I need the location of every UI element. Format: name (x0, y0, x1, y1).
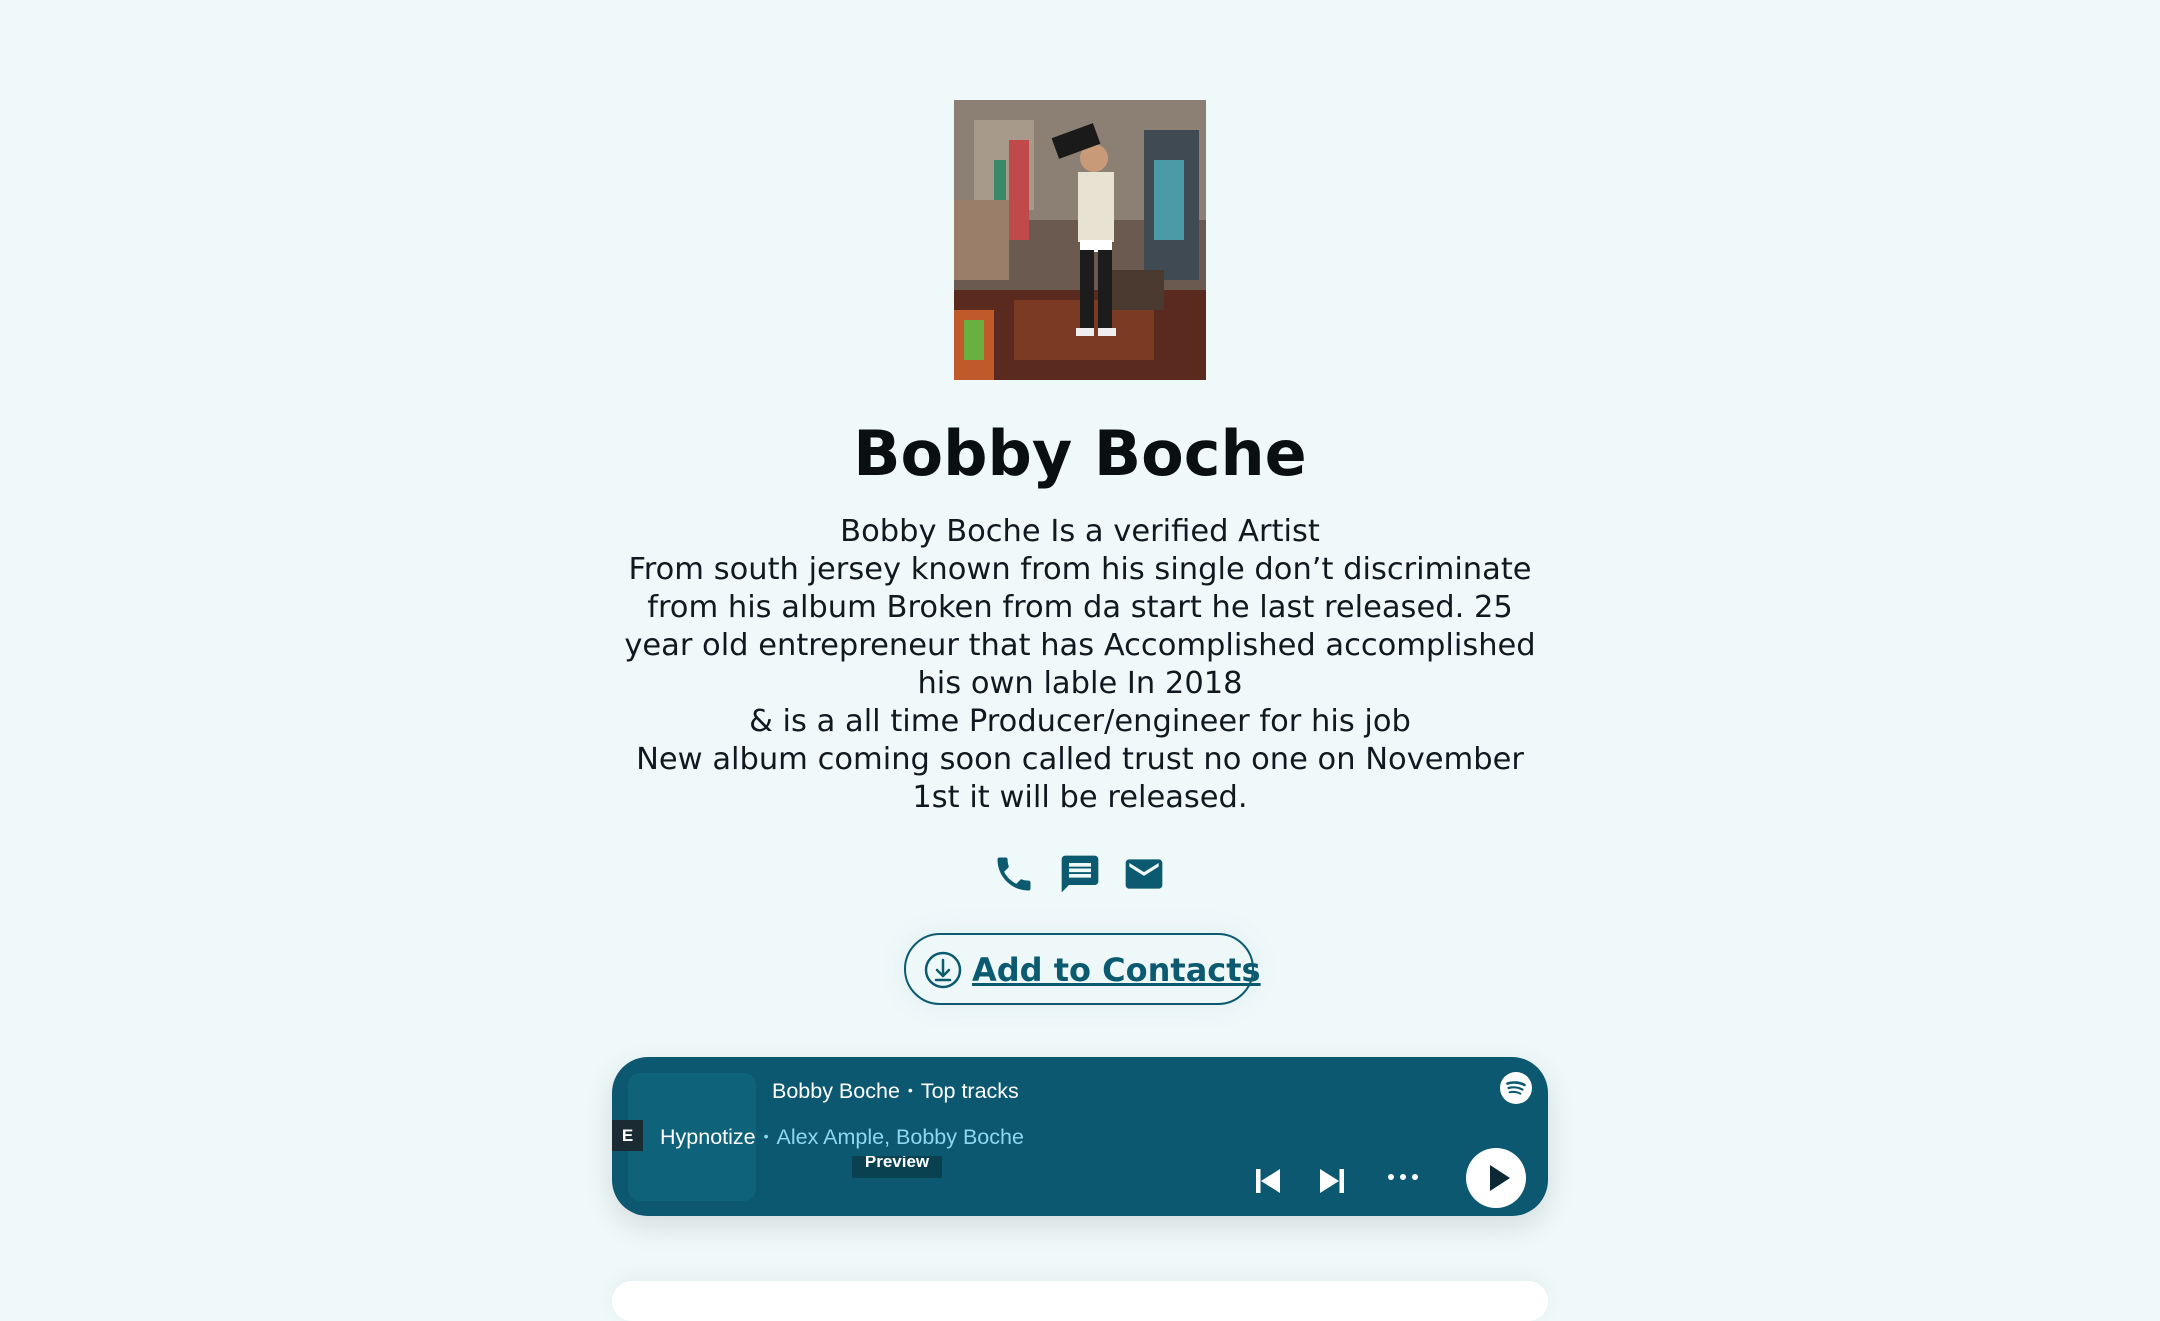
bio-line: Bobby Boche Is a verified Artist (840, 514, 1320, 549)
phone-icon[interactable] (992, 852, 1036, 896)
spotify-logo-icon[interactable] (1500, 1072, 1532, 1104)
next-content-card (612, 1281, 1548, 1321)
more-icon[interactable] (1385, 1159, 1421, 1195)
profile-bio: Bobby Boche Is a verified Artist From so… (600, 513, 1560, 817)
preview-badge: Preview (852, 1156, 942, 1178)
play-button[interactable] (1466, 1148, 1526, 1208)
bio-line: from his album Broken from da start he l… (647, 590, 1513, 625)
download-circle-icon (923, 950, 963, 990)
separator-dot: • (907, 1082, 913, 1098)
bio-line: From south jersey known from his single … (628, 552, 1532, 587)
contact-icons (990, 852, 1170, 900)
avatar-photo (954, 100, 1206, 380)
message-icon[interactable] (1058, 852, 1102, 896)
bio-line: year old entrepreneur that has Accomplis… (624, 628, 1536, 663)
explicit-badge: E (612, 1120, 643, 1151)
next-icon[interactable] (1314, 1163, 1350, 1199)
bio-line: 1st it will be released. (912, 780, 1248, 815)
add-to-contacts-button[interactable]: Add to Contacts (904, 933, 1261, 1005)
spotify-player: Bobby Boche • Top tracks E Preview Hypnoti… (612, 1057, 1548, 1216)
avatar (954, 100, 1206, 380)
profile-page: Bobby Boche Bobby Boche Is a verified Ar… (0, 0, 2160, 1321)
track-line[interactable]: Hypnotize • Alex Ample, Bobby Boche (660, 1122, 1024, 1151)
add-to-contacts-label: Add to Contacts (972, 951, 1261, 989)
bio-line: his own lable In 2018 (917, 666, 1243, 701)
profile-name: Bobby Boche (853, 417, 1307, 490)
player-artist-link[interactable]: Bobby Boche (772, 1079, 900, 1103)
track-artists[interactable]: Alex Ample, Bobby Boche (777, 1125, 1024, 1149)
player-header-suffix: Top tracks (920, 1079, 1019, 1103)
separator-dot: • (763, 1128, 769, 1144)
track-title[interactable]: Hypnotize (660, 1125, 756, 1149)
bio-line: New album coming soon called trust no on… (636, 742, 1524, 777)
player-header: Bobby Boche • Top tracks (772, 1076, 1019, 1105)
previous-icon[interactable] (1250, 1163, 1286, 1199)
play-icon (1490, 1165, 1510, 1191)
email-icon[interactable] (1122, 852, 1166, 896)
bio-line: & is a all time Producer/engineer for hi… (749, 704, 1411, 739)
